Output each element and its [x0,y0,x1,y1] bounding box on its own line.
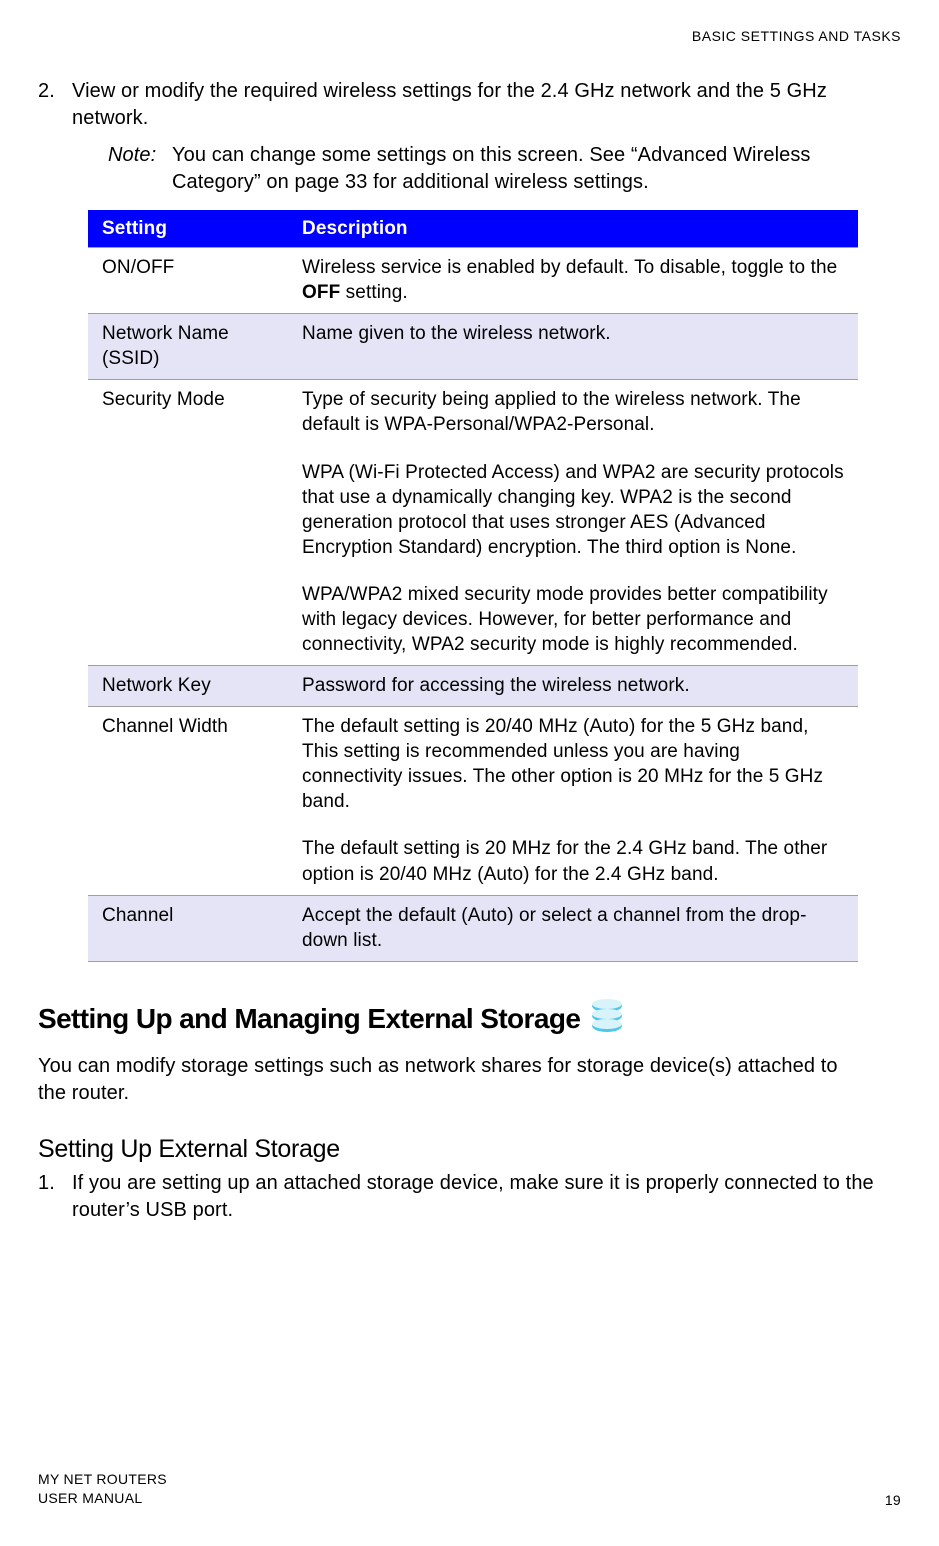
section-heading: Setting Up and Managing External Storage [38,998,901,1041]
step-body: If you are setting up an attached storag… [72,1170,901,1224]
cell-setting: Security Mode [88,380,288,666]
section-title: Setting Up and Managing External Storage [38,1003,580,1035]
step-1: 1. If you are setting up an attached sto… [38,1170,901,1224]
table-header-setting: Setting [88,210,288,248]
footer-line-2: USER MANUAL [38,1489,167,1508]
cell-description: The default setting is 20/40 MHz (Auto) … [288,707,858,895]
cell-description: Password for accessing the wireless netw… [288,666,858,707]
table-row: Channel Accept the default (Auto) or sel… [88,895,858,961]
note-block: Note: You can change some settings on th… [108,142,861,196]
table-row: Network Name (SSID) Name given to the wi… [88,314,858,380]
running-header: BASIC SETTINGS AND TASKS [38,28,901,44]
cell-setting: Channel Width [88,707,288,895]
cell-setting: ON/OFF [88,248,288,314]
step-number: 2. [38,78,72,132]
step-number: 1. [38,1170,72,1224]
cell-setting: Network Key [88,666,288,707]
cell-description: Type of security being applied to the wi… [288,380,858,666]
note-label: Note: [108,142,172,196]
table-row: Channel Width The default setting is 20/… [88,707,858,895]
cell-setting: Channel [88,895,288,961]
section-intro: You can modify storage settings such as … [38,1053,861,1107]
cell-description: Accept the default (Auto) or select a ch… [288,895,858,961]
subsection-heading: Setting Up External Storage [38,1135,901,1164]
cell-description: Name given to the wireless network. [288,314,858,380]
cell-setting: Network Name (SSID) [88,314,288,380]
note-text: You can change some settings on this scr… [172,142,861,196]
page-number: 19 [885,1492,901,1508]
cell-description: Wireless service is enabled by default. … [288,248,858,314]
storage-icon [588,998,626,1041]
step-2: 2. View or modify the required wireless … [38,78,901,132]
table-row: ON/OFF Wireless service is enabled by de… [88,248,858,314]
page-footer: MY NET ROUTERS USER MANUAL 19 [38,1470,901,1508]
footer-line-1: MY NET ROUTERS [38,1470,167,1489]
step-body: View or modify the required wireless set… [72,78,901,132]
table-row: Security Mode Type of security being app… [88,380,858,666]
table-row: Network Key Password for accessing the w… [88,666,858,707]
table-header-description: Description [288,210,858,248]
settings-table: Setting Description ON/OFF Wireless serv… [88,210,858,962]
